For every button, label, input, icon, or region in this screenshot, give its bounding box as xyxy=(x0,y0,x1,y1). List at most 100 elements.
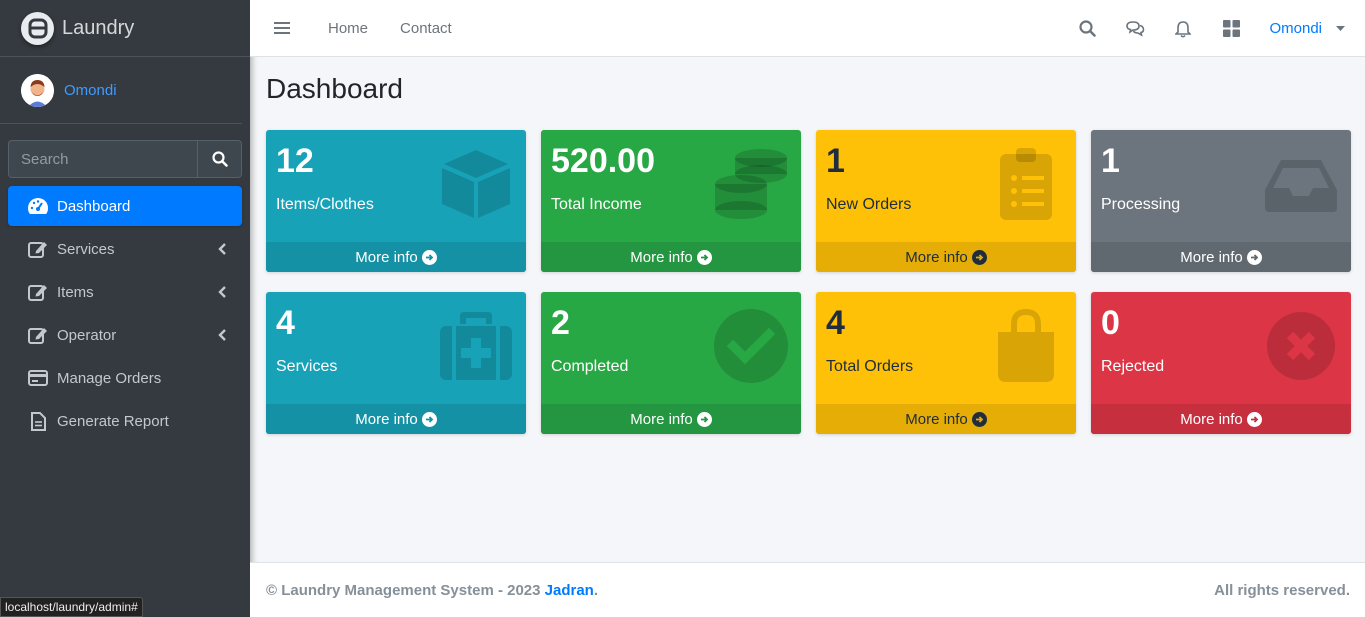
sidebar-user-name[interactable]: Omondi xyxy=(64,82,117,99)
more-info-label: More info xyxy=(630,410,693,428)
chevron-left-icon xyxy=(218,286,226,298)
small-box-rejected: 0 Rejected More info xyxy=(1091,292,1351,434)
box-value: 520.00 xyxy=(551,142,655,180)
sidebar-item-dashboard[interactable]: Dashboard xyxy=(8,186,242,226)
box-value: 4 xyxy=(826,304,845,342)
edit-icon xyxy=(27,239,49,259)
small-box-items: 12 Items/Clothes More info xyxy=(266,130,526,272)
brand-link[interactable]: Laundry xyxy=(0,0,250,57)
sidebar-item-label: Operator xyxy=(57,326,117,344)
arrow-circle-right-icon xyxy=(971,411,987,427)
brand-name: Laundry xyxy=(62,16,135,39)
small-box-income: 520.00 Total Income More info xyxy=(541,130,801,272)
cube-icon xyxy=(442,150,510,218)
footer-copyright: © Laundry Management System - 2023 Jadra… xyxy=(266,582,598,599)
more-info-label: More info xyxy=(355,248,418,266)
more-info-link[interactable]: More info xyxy=(1091,242,1351,272)
more-info-link[interactable]: More info xyxy=(1091,404,1351,434)
sidebar-item-items[interactable]: Items xyxy=(8,272,242,312)
box-label: New Orders xyxy=(826,196,912,213)
sidebar-search-input[interactable] xyxy=(8,140,197,178)
sidebar-item-label: Manage Orders xyxy=(57,369,162,387)
nav-link-home[interactable]: Home xyxy=(328,20,368,37)
sidebar-item-services[interactable]: Services xyxy=(8,229,242,269)
small-box-total-orders: 4 Total Orders More info xyxy=(816,292,1076,434)
clipboard-list-icon xyxy=(1000,148,1052,220)
search-icon xyxy=(1079,20,1096,37)
main-footer: © Laundry Management System - 2023 Jadra… xyxy=(250,562,1365,617)
user-dropdown[interactable]: Omondi xyxy=(1269,20,1345,37)
more-info-label: More info xyxy=(905,248,968,266)
menu-toggle-icon[interactable] xyxy=(274,22,290,34)
more-info-link[interactable]: More info xyxy=(816,242,1076,272)
file-icon xyxy=(27,411,49,431)
box-value: 2 xyxy=(551,304,570,342)
medkit-icon xyxy=(440,312,512,380)
arrow-circle-right-icon xyxy=(1246,249,1262,265)
main-sidebar: Laundry Omondi Dashboard xyxy=(0,0,250,617)
sidebar-item-generate-report[interactable]: Generate Report xyxy=(8,401,242,441)
box-value: 1 xyxy=(1101,142,1120,180)
footer-author-link[interactable]: Jadran xyxy=(545,582,594,599)
check-circle-icon xyxy=(714,309,788,383)
comments-icon xyxy=(1126,21,1145,37)
sidebar-search-button[interactable] xyxy=(197,140,242,178)
avatar xyxy=(21,73,54,107)
sidebar-item-manage-orders[interactable]: Manage Orders xyxy=(8,358,242,398)
sidebar-search xyxy=(8,140,242,178)
navbar-search-button[interactable] xyxy=(1063,0,1111,57)
chevron-left-icon xyxy=(218,329,226,341)
arrow-circle-right-icon xyxy=(971,249,987,265)
shopping-bag-icon xyxy=(998,308,1054,382)
apps-button[interactable] xyxy=(1207,0,1255,57)
user-panel[interactable]: Omondi xyxy=(0,57,242,124)
page-title: Dashboard xyxy=(266,73,403,104)
notifications-button[interactable] xyxy=(1159,0,1207,57)
top-navbar: Home Contact Omondi xyxy=(250,0,1365,57)
navbar-user-name: Omondi xyxy=(1269,20,1322,37)
more-info-label: More info xyxy=(630,248,693,266)
more-info-link[interactable]: More info xyxy=(816,404,1076,434)
arrow-circle-right-icon xyxy=(696,249,712,265)
box-label: Rejected xyxy=(1101,358,1165,375)
edit-icon xyxy=(27,282,49,302)
sidebar-item-label: Dashboard xyxy=(57,197,131,215)
box-value: 1 xyxy=(826,142,845,180)
arrow-circle-right-icon xyxy=(1246,411,1262,427)
tachometer-icon xyxy=(27,196,49,216)
more-info-link[interactable]: More info xyxy=(541,242,801,272)
credit-card-icon xyxy=(27,368,49,388)
coins-icon xyxy=(715,149,787,219)
more-info-link[interactable]: More info xyxy=(266,242,526,272)
status-bar-url: localhost/laundry/admin# xyxy=(0,597,143,617)
more-info-label: More info xyxy=(905,410,968,428)
more-info-label: More info xyxy=(355,410,418,428)
arrow-circle-right-icon xyxy=(696,411,712,427)
search-icon xyxy=(211,151,228,167)
chevron-left-icon xyxy=(218,243,226,255)
edit-icon xyxy=(27,325,49,345)
more-info-label: More info xyxy=(1180,248,1243,266)
box-value: 4 xyxy=(276,304,295,342)
more-info-link[interactable]: More info xyxy=(541,404,801,434)
box-label: Items/Clothes xyxy=(276,196,374,213)
box-label: Services xyxy=(276,358,338,375)
box-label: Completed xyxy=(551,358,629,375)
box-value: 12 xyxy=(276,142,314,180)
box-label: Total Orders xyxy=(826,358,914,375)
sidebar-item-operator[interactable]: Operator xyxy=(8,315,242,355)
times-circle-icon xyxy=(1267,312,1335,380)
caret-down-icon xyxy=(1336,26,1345,31)
footer-text: © Laundry Management System - 2023 xyxy=(266,581,541,599)
more-info-link[interactable]: More info xyxy=(266,404,526,434)
footer-period: . xyxy=(593,581,599,599)
sidebar-item-label: Services xyxy=(57,240,115,258)
inbox-icon xyxy=(1265,160,1337,212)
brand-logo-icon xyxy=(21,11,54,45)
small-box-services: 4 Services More info xyxy=(266,292,526,434)
small-box-new-orders: 1 New Orders More info xyxy=(816,130,1076,272)
arrow-circle-right-icon xyxy=(421,249,437,265)
nav-link-contact[interactable]: Contact xyxy=(400,20,452,37)
sidebar-item-label: Items xyxy=(57,283,94,301)
messages-button[interactable] xyxy=(1111,0,1159,57)
